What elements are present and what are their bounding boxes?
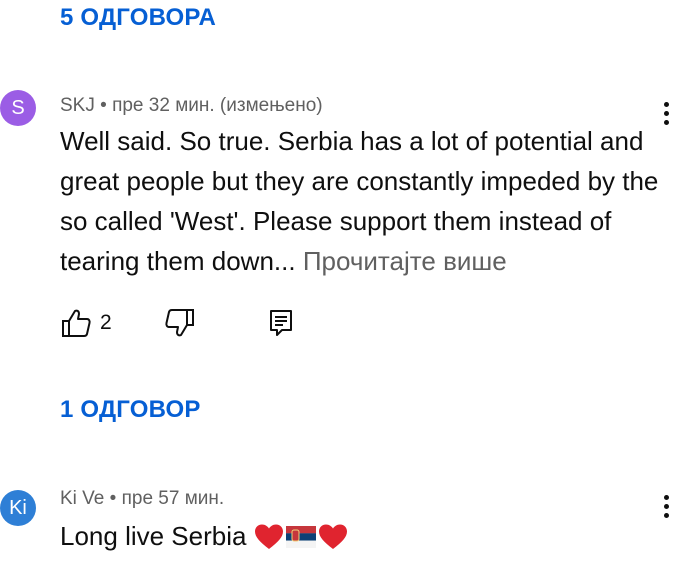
author-name[interactable]: SKJ: [60, 95, 95, 116]
dislike-button[interactable]: [164, 308, 196, 338]
comment-time: пре 57 мин.: [121, 488, 225, 509]
red-heart-icon: [318, 524, 347, 549]
thumbs-down-icon: [165, 309, 194, 337]
comment-text: Well said. So true. Serbia has a lot of …: [60, 121, 670, 281]
avatar[interactable]: S: [0, 90, 36, 126]
comment-meta: Ki Ve • пре 57 мин.: [60, 488, 224, 510]
replies-toggle[interactable]: 1 ОДГОВОР: [60, 396, 201, 424]
more-vert-icon[interactable]: [659, 495, 673, 518]
comment-meta: SKJ • пре 32 мин. (измењено): [60, 95, 323, 117]
meta-separator: •: [100, 95, 107, 116]
like-count: 2: [100, 311, 112, 334]
comment-body: Long live Serbia: [60, 521, 247, 551]
serbian-flag-icon: [285, 526, 316, 548]
reply-icon: [270, 310, 292, 336]
reply-button[interactable]: [268, 308, 294, 338]
edited-label: (измењено): [219, 95, 323, 116]
thumbs-up-icon: [62, 309, 91, 337]
meta-separator: •: [109, 488, 117, 509]
comment-time: пре 32 мин.: [112, 95, 215, 116]
avatar[interactable]: Ki: [0, 490, 36, 526]
replies-toggle-top[interactable]: 5 ОДГОВОРА: [60, 4, 216, 32]
read-more-link[interactable]: Прочитајте више: [303, 246, 507, 276]
author-name[interactable]: Ki Ve: [60, 488, 104, 509]
red-heart-icon: [254, 524, 283, 549]
comment-text: Long live Serbia: [60, 516, 670, 556]
like-button[interactable]: 2: [60, 308, 112, 338]
